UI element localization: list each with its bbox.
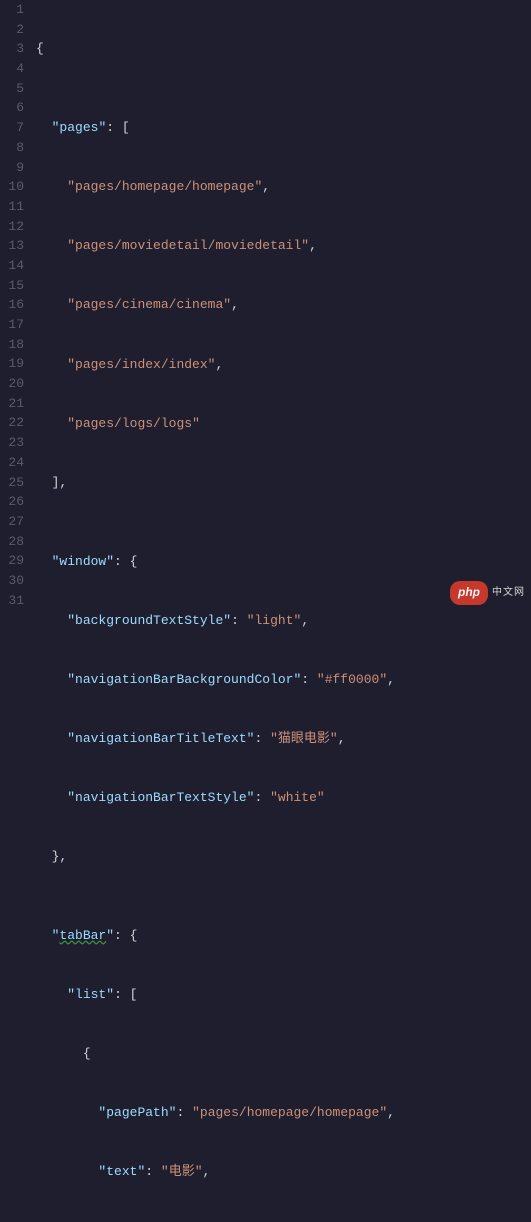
line-number: 28 [0,532,24,552]
line-number: 4 [0,59,24,79]
line-number: 7 [0,118,24,138]
line-number: 2 [0,20,24,40]
code-line: "pages": [ [36,118,531,138]
code-line: "pages/moviedetail/moviedetail", [36,236,531,256]
code-line: "pages/cinema/cinema", [36,295,531,315]
code-line: "window": { [36,552,531,572]
line-number: 14 [0,256,24,276]
code-line: }, [36,847,531,867]
code-editor[interactable]: 1234567891011121314151617181920212223242… [0,0,531,611]
code-line: ], [36,473,531,493]
line-number: 17 [0,315,24,335]
code-line: "navigationBarTextStyle": "white" [36,788,531,808]
line-number: 8 [0,138,24,158]
line-number: 23 [0,433,24,453]
line-number: 16 [0,295,24,315]
line-number: 19 [0,354,24,374]
line-number: 31 [0,591,24,611]
code-line: "pages/logs/logs" [36,414,531,434]
line-number: 5 [0,79,24,99]
line-number: 6 [0,98,24,118]
line-number: 12 [0,217,24,237]
code-line: "text": "电影", [36,1162,531,1182]
line-number: 30 [0,571,24,591]
line-number: 10 [0,177,24,197]
line-number: 29 [0,551,24,571]
code-line: "pages/index/index", [36,355,531,375]
line-number: 21 [0,394,24,414]
line-number: 9 [0,158,24,178]
line-number: 3 [0,39,24,59]
code-line: "navigationBarTitleText": "猫眼电影", [36,729,531,749]
code-line: { [36,39,531,59]
code-line: "navigationBarBackgroundColor": "#ff0000… [36,670,531,690]
line-number-gutter: 1234567891011121314151617181920212223242… [0,0,36,611]
code-line: "list": [ [36,985,531,1005]
line-number: 26 [0,492,24,512]
line-number: 1 [0,0,24,20]
line-number: 27 [0,512,24,532]
code-line: "tabBar": { [36,926,531,946]
code-line: { [36,1044,531,1064]
code-line: "iconPath": "images/film_normal.png", [36,1221,531,1222]
line-number: 15 [0,276,24,296]
line-number: 11 [0,197,24,217]
code-line: "pages/homepage/homepage", [36,177,531,197]
line-number: 20 [0,374,24,394]
line-number: 18 [0,335,24,355]
line-number: 13 [0,236,24,256]
line-number: 25 [0,473,24,493]
line-number: 24 [0,453,24,473]
line-number: 22 [0,413,24,433]
code-line: "pagePath": "pages/homepage/homepage", [36,1103,531,1123]
code-area[interactable]: { "pages": [ "pages/homepage/homepage", … [36,0,531,611]
code-line: "backgroundTextStyle": "light", [36,611,531,631]
